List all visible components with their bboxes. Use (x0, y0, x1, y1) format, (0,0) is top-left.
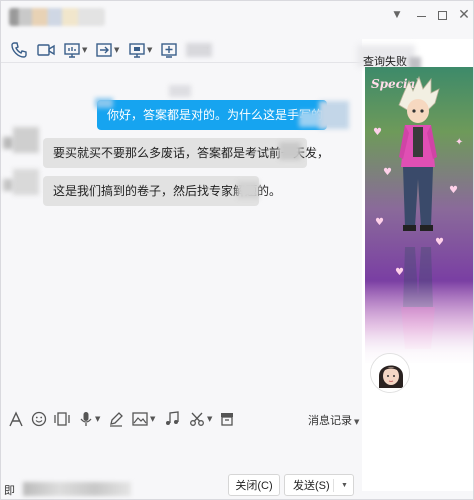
add-app-button[interactable] (161, 39, 177, 61)
chevron-down-icon: ▼ (354, 418, 360, 426)
voice-icon (80, 412, 92, 426)
avatar[interactable] (13, 169, 39, 195)
video-icon (37, 44, 55, 56)
minimize-icon (416, 15, 426, 17)
scissors-icon (190, 412, 204, 426)
emoji-button[interactable] (31, 409, 47, 429)
message-bubble-outgoing[interactable]: 你好，答案都是对的。为什么这是手写的 (97, 100, 327, 130)
send-button-label: 发送(S) (293, 480, 330, 492)
message-bubble-incoming[interactable]: 这是我们搞到的卷子，然后找专家解题的。 (43, 176, 281, 206)
chat-window: ▼ ✕ ▼ ▼ ▼ ▼ (0, 0, 474, 500)
message-input[interactable] (1, 431, 361, 469)
pen-icon (110, 412, 123, 427)
avatar-portrait-icon (371, 354, 409, 392)
video-call-button[interactable] (37, 39, 55, 61)
shake-button[interactable] (53, 409, 71, 429)
blurred-region (3, 179, 13, 191)
message-history-button[interactable]: 消息记录 ▼ (308, 412, 359, 428)
chevron-down-icon: ▼ (95, 415, 101, 423)
phone-icon (11, 42, 27, 58)
emoji-icon (31, 411, 47, 427)
minimize-button[interactable] (411, 6, 431, 24)
menu-caret-icon[interactable]: ▼ (387, 6, 407, 24)
font-button[interactable] (9, 409, 23, 429)
pen-button[interactable] (108, 409, 124, 429)
blurred-region (169, 85, 191, 97)
music-icon (166, 411, 179, 425)
message-bubble-incoming[interactable]: 要买就买不要那么多废话，答案都是考试前一天发， (43, 138, 329, 168)
archive-icon (221, 413, 233, 426)
screen-share-button[interactable]: ▼ (64, 39, 87, 61)
file-transfer-icon (96, 43, 112, 57)
font-icon (9, 411, 23, 427)
close-button[interactable]: 关闭(C) (228, 474, 280, 496)
add-app-icon (161, 43, 177, 58)
chevron-down-icon: ▼ (150, 415, 156, 423)
remote-desktop-button[interactable]: ▼ (129, 39, 152, 61)
image-button[interactable]: ▼ (132, 409, 155, 429)
remote-desktop-icon (129, 43, 145, 58)
blurred-region (3, 137, 13, 149)
toolbar-blurred-region (186, 43, 212, 57)
maximize-button[interactable] (432, 6, 452, 24)
image-icon (132, 412, 148, 426)
message-history-label: 消息记录 (308, 414, 352, 427)
send-button[interactable]: 发送(S) ▼ (284, 474, 354, 496)
blurred-region (237, 181, 259, 199)
voice-button[interactable]: ▼ (79, 409, 100, 429)
archive-button[interactable] (220, 409, 234, 429)
blurred-region (279, 142, 301, 160)
button-divider (333, 479, 334, 492)
screenshot-button[interactable]: ▼ (189, 409, 212, 429)
music-button[interactable] (164, 409, 180, 429)
phone-button[interactable] (11, 39, 27, 61)
file-transfer-button[interactable]: ▼ (96, 39, 119, 61)
chevron-down-icon: ▼ (207, 415, 213, 423)
blurred-region (95, 98, 113, 108)
self-avatar[interactable] (370, 353, 410, 393)
bottom-status-text: 即 (4, 484, 15, 497)
chevron-down-icon: ▼ (114, 46, 120, 54)
chevron-down-icon[interactable]: ▼ (341, 482, 348, 489)
blurred-region (23, 482, 131, 496)
close-window-button[interactable]: ✕ (454, 6, 474, 24)
chevron-down-icon: ▼ (147, 46, 153, 54)
chat-toolbar: ▼ ▼ ▼ ▼ (1, 39, 361, 61)
avatar[interactable] (13, 127, 39, 153)
screen-share-icon (64, 43, 80, 58)
chevron-down-icon: ▼ (82, 46, 88, 54)
shake-icon (54, 412, 70, 426)
title-bar: ▼ ✕ (1, 1, 473, 31)
contact-info-blurred[interactable] (9, 8, 105, 26)
blurred-region (319, 101, 349, 129)
maximize-icon (437, 10, 447, 20)
input-toolbar: ▼ ▼ ▼ (1, 409, 361, 429)
